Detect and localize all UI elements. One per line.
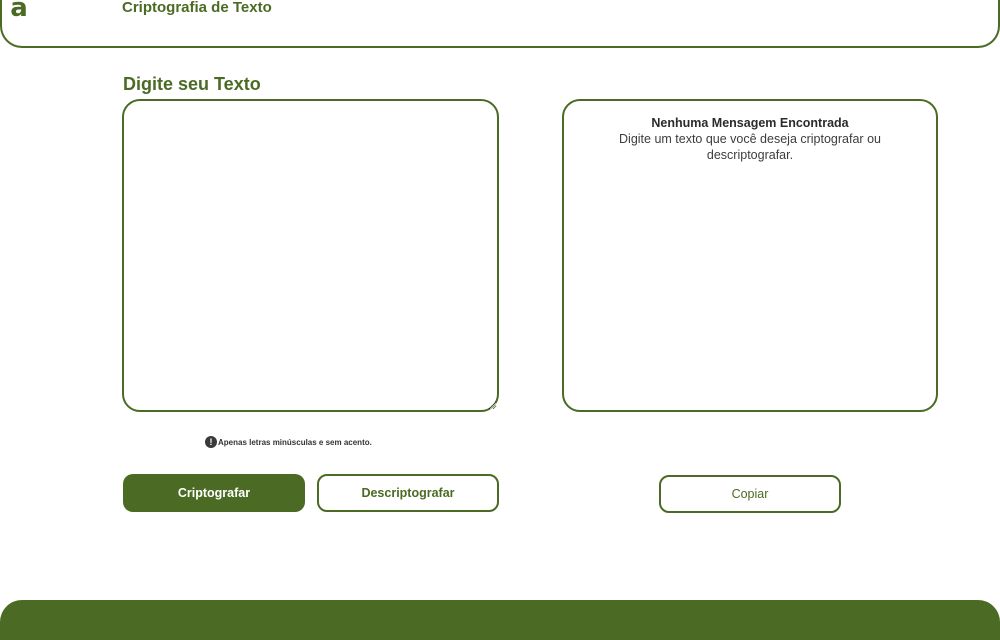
encrypt-button[interactable]: Criptografar xyxy=(123,474,305,512)
output-panel: Nenhuma Mensagem Encontrada Digite um te… xyxy=(562,99,938,412)
header-bar: a Criptografia de Texto xyxy=(0,0,1000,48)
logo-icon: a xyxy=(10,0,28,23)
input-section-title: Digite seu Texto xyxy=(123,74,261,94)
input-hint: ! Apenas letras minúsculas e sem acento. xyxy=(205,436,372,448)
text-input-area[interactable] xyxy=(122,99,499,412)
decrypt-button[interactable]: Descriptografar xyxy=(317,474,499,512)
copy-button[interactable]: Copiar xyxy=(659,475,841,513)
app-title: Criptografia de Texto xyxy=(122,0,272,16)
hint-text: Apenas letras minúsculas e sem acento. xyxy=(218,437,372,447)
output-empty-description: Digite um texto que você deseja criptogr… xyxy=(619,132,881,162)
output-empty-title: Nenhuma Mensagem Encontrada xyxy=(651,116,849,130)
exclamation-circle-icon: ! xyxy=(205,436,217,448)
footer-bar xyxy=(0,600,1000,640)
